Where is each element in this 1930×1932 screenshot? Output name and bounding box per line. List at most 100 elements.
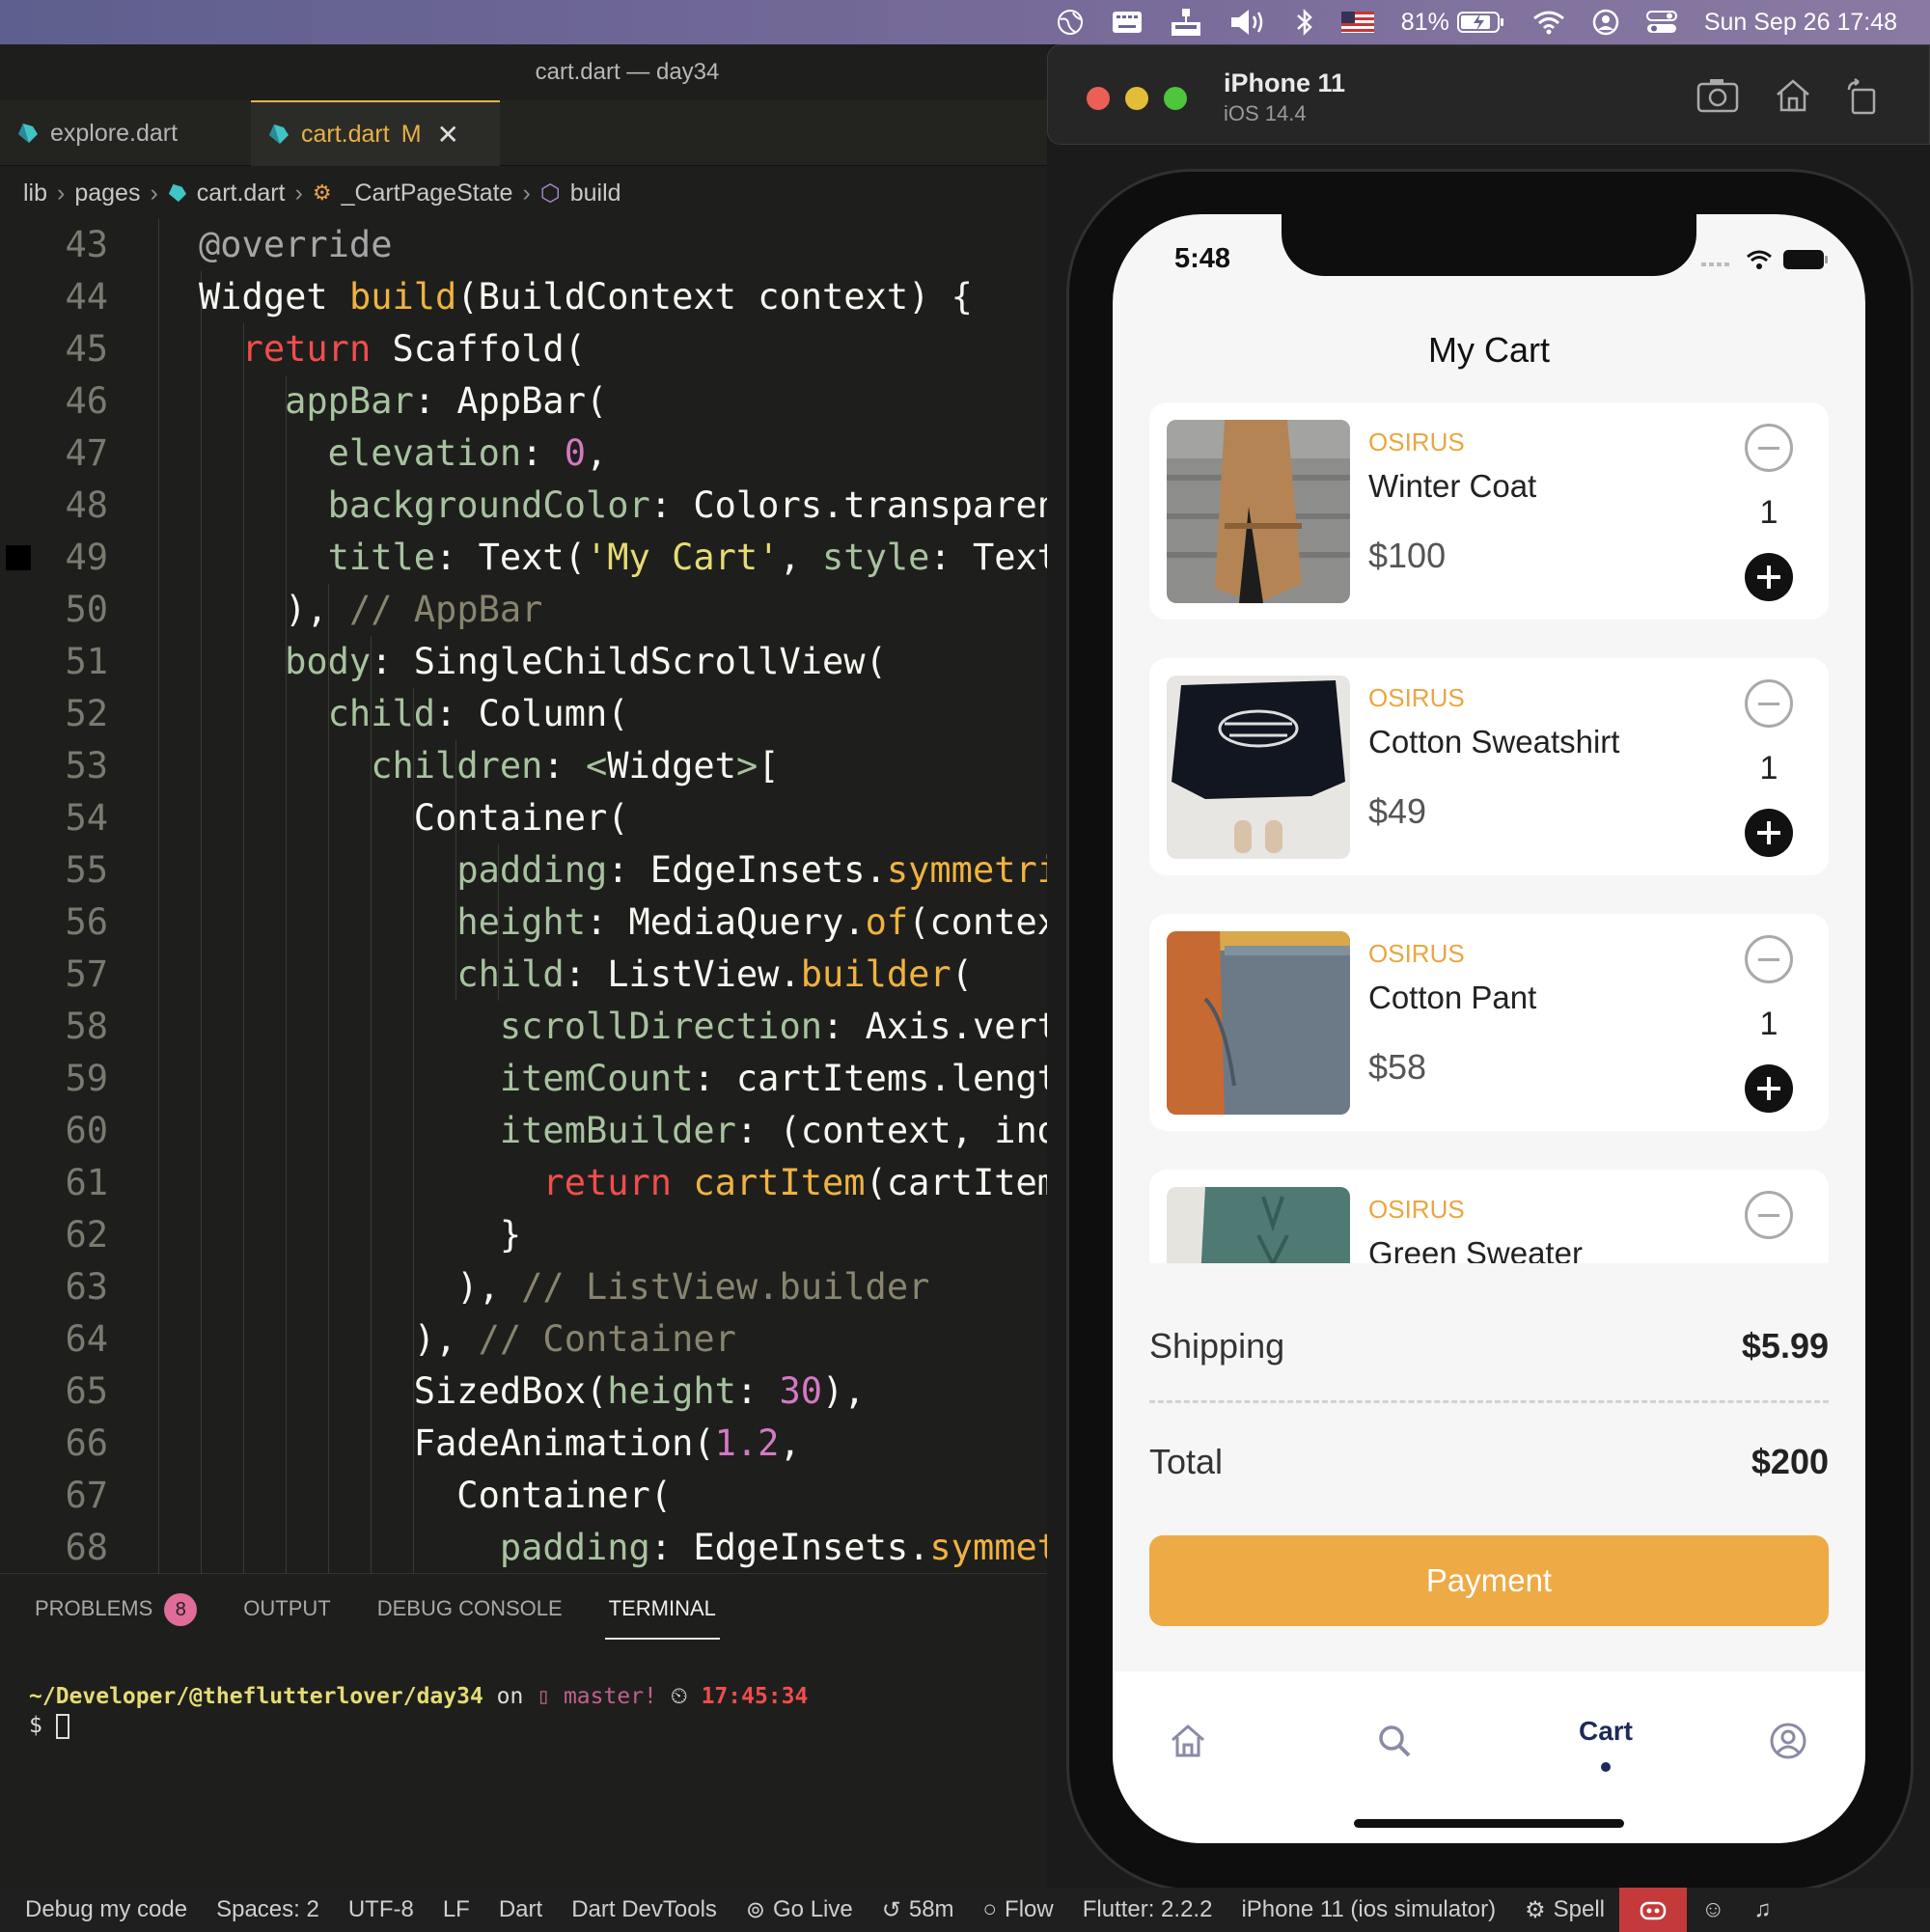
nav-search[interactable]: [1365, 1712, 1423, 1770]
code-line: 62 }: [65, 1214, 522, 1256]
rotate-icon[interactable]: [1845, 78, 1880, 115]
status-language[interactable]: Dart: [484, 1896, 557, 1923]
simulator-device-name: iPhone 11: [1224, 69, 1346, 97]
nav-profile[interactable]: [1759, 1712, 1817, 1770]
dashed-divider: [1149, 1400, 1829, 1403]
tab-problems[interactable]: PROBLEMS 8: [35, 1574, 198, 1643]
user-icon[interactable]: [1592, 9, 1619, 36]
history-icon: ↺: [881, 1896, 901, 1923]
chevron-right-icon: ›: [150, 179, 158, 207]
cart-item[interactable]: OSIRUS Winter Coat $100 1: [1149, 402, 1829, 620]
cart-item[interactable]: OSIRUS Green Sweater 1: [1149, 1170, 1829, 1263]
bell-icon[interactable]: ♫: [1740, 1896, 1786, 1923]
page-title: My Cart: [1428, 330, 1550, 370]
decrease-quantity-button[interactable]: [1745, 679, 1793, 728]
cart-item[interactable]: OSIRUS Cotton Pant $58 1: [1149, 914, 1829, 1131]
screenshot-icon[interactable]: [1696, 78, 1739, 113]
home-indicator[interactable]: [1354, 1819, 1624, 1828]
status-device[interactable]: iPhone 11 (ios simulator): [1227, 1896, 1510, 1923]
breadcrumb-file[interactable]: cart.dart: [197, 179, 286, 207]
chevron-right-icon: ›: [522, 179, 531, 207]
bluetooth-icon[interactable]: [1295, 8, 1314, 37]
status-timer[interactable]: ↺ 58m: [868, 1896, 969, 1924]
network-share-icon[interactable]: [1170, 7, 1202, 38]
decrease-quantity-button[interactable]: [1745, 935, 1793, 983]
status-spaces[interactable]: Spaces: 2: [202, 1896, 334, 1923]
cart-list[interactable]: OSIRUS Winter Coat $100 1 OSIRUS Cotton …: [1113, 402, 1865, 1263]
product-image-winter-coat: [1167, 420, 1350, 603]
total-label: Total: [1149, 1442, 1224, 1481]
home-icon[interactable]: [1774, 78, 1812, 113]
menubar-clock[interactable]: Sun Sep 26 17:48: [1704, 9, 1897, 37]
wifi-icon[interactable]: [1532, 10, 1565, 35]
nav-active-dot: [1601, 1762, 1611, 1772]
product-name: Winter Coat: [1368, 468, 1537, 504]
close-window-button[interactable]: [1087, 87, 1110, 110]
decrease-quantity-button[interactable]: [1745, 1191, 1793, 1239]
nav-home[interactable]: [1159, 1712, 1217, 1770]
phone-screen: 5:48 My Cart OSIRUS Winter Coat $100 1 O…: [1113, 214, 1865, 1843]
status-eol[interactable]: LF: [428, 1896, 484, 1923]
status-flow[interactable]: ○ Flow: [969, 1896, 1068, 1923]
bottom-nav-bar: Cart: [1113, 1671, 1865, 1843]
status-debug[interactable]: Debug my code: [0, 1896, 202, 1923]
code-area[interactable]: 43 @override 44 Widget build(BuildContext …: [0, 219, 1066, 1573]
globe-icon[interactable]: [1056, 8, 1085, 37]
status-golive[interactable]: ⊚ Go Live: [731, 1896, 868, 1924]
quantity-value: 1: [1745, 1261, 1793, 1263]
breadcrumb-lib[interactable]: lib: [23, 179, 47, 207]
increase-quantity-button[interactable]: [1745, 809, 1793, 857]
zoom-window-button[interactable]: [1164, 87, 1187, 110]
minimize-window-button[interactable]: [1125, 87, 1148, 110]
tab-terminal[interactable]: TERMINAL: [604, 1574, 721, 1643]
chevron-right-icon: ›: [57, 179, 66, 207]
product-price: $49: [1368, 791, 1427, 831]
tab-explore-dart[interactable]: explore.dart: [0, 100, 232, 166]
increase-quantity-button[interactable]: [1745, 553, 1793, 601]
shipping-row: Shipping $5.99: [1149, 1326, 1829, 1366]
product-brand: OSIRUS: [1368, 683, 1465, 712]
increase-quantity-button[interactable]: [1745, 1064, 1793, 1113]
tab-debug-console[interactable]: DEBUG CONSOLE: [377, 1574, 563, 1643]
feedback-icon[interactable]: ☺: [1687, 1896, 1740, 1923]
volume-icon[interactable]: [1229, 8, 1268, 37]
breadcrumb-class[interactable]: _CartPageState: [342, 179, 513, 207]
broadcast-icon: ⊚: [745, 1896, 766, 1923]
status-flutter[interactable]: Flutter: 2.2.2: [1068, 1896, 1227, 1923]
cart-item[interactable]: OSIRUS Cotton Sweatshirt $49 1: [1149, 658, 1829, 875]
product-brand: OSIRUS: [1368, 1195, 1465, 1224]
battery-status[interactable]: 81%: [1401, 9, 1505, 37]
control-center-icon[interactable]: [1645, 10, 1677, 35]
circle-icon: ○: [982, 1896, 998, 1922]
keyboard-icon[interactable]: [1112, 11, 1143, 34]
close-icon[interactable]: ✕: [437, 119, 459, 151]
code-line: 67 Container(: [65, 1475, 673, 1516]
tab-output[interactable]: OUTPUT: [243, 1574, 330, 1643]
battery-percent: 81%: [1400, 8, 1449, 36]
user-icon: [1770, 1723, 1806, 1759]
tab-cart-dart[interactable]: cart.dart M ✕: [251, 100, 500, 166]
problems-badge: 8: [164, 1593, 198, 1627]
menu-bar: 81% Sun Sep 26 17:48: [0, 0, 1930, 44]
terminal-time: 17:45:34: [701, 1684, 809, 1709]
code-editor-window: cart.dart — day34 explore.dart cart.dart…: [0, 44, 1066, 1932]
status-encoding[interactable]: UTF-8: [334, 1896, 428, 1923]
code-line: 60 itemBuilder: (context, inde: [65, 1110, 1066, 1151]
total-value: $200: [1751, 1442, 1829, 1481]
code-line: 63 ), // ListView.builder: [65, 1266, 930, 1308]
product-price: $58: [1368, 1047, 1427, 1087]
home-icon: [1172, 1725, 1204, 1757]
code-line: 51 body: SingleChildScrollView(: [65, 641, 887, 682]
us-flag-icon[interactable]: [1340, 12, 1374, 33]
breadcrumb-method[interactable]: build: [570, 179, 621, 207]
decrease-quantity-button[interactable]: [1745, 424, 1793, 472]
chevron-right-icon: ›: [294, 179, 303, 207]
status-spell[interactable]: ⚙ Spell: [1510, 1896, 1619, 1924]
battery-icon: [1783, 250, 1828, 269]
status-devtools[interactable]: Dart DevTools: [557, 1896, 731, 1923]
copilot-icon[interactable]: [1619, 1888, 1687, 1932]
breadcrumb-pages[interactable]: pages: [74, 179, 140, 207]
payment-button[interactable]: Payment: [1149, 1535, 1829, 1626]
product-brand: OSIRUS: [1368, 428, 1465, 456]
terminal[interactable]: ~/Developer/@theflutterlover/day34 on ▯ …: [29, 1682, 808, 1740]
